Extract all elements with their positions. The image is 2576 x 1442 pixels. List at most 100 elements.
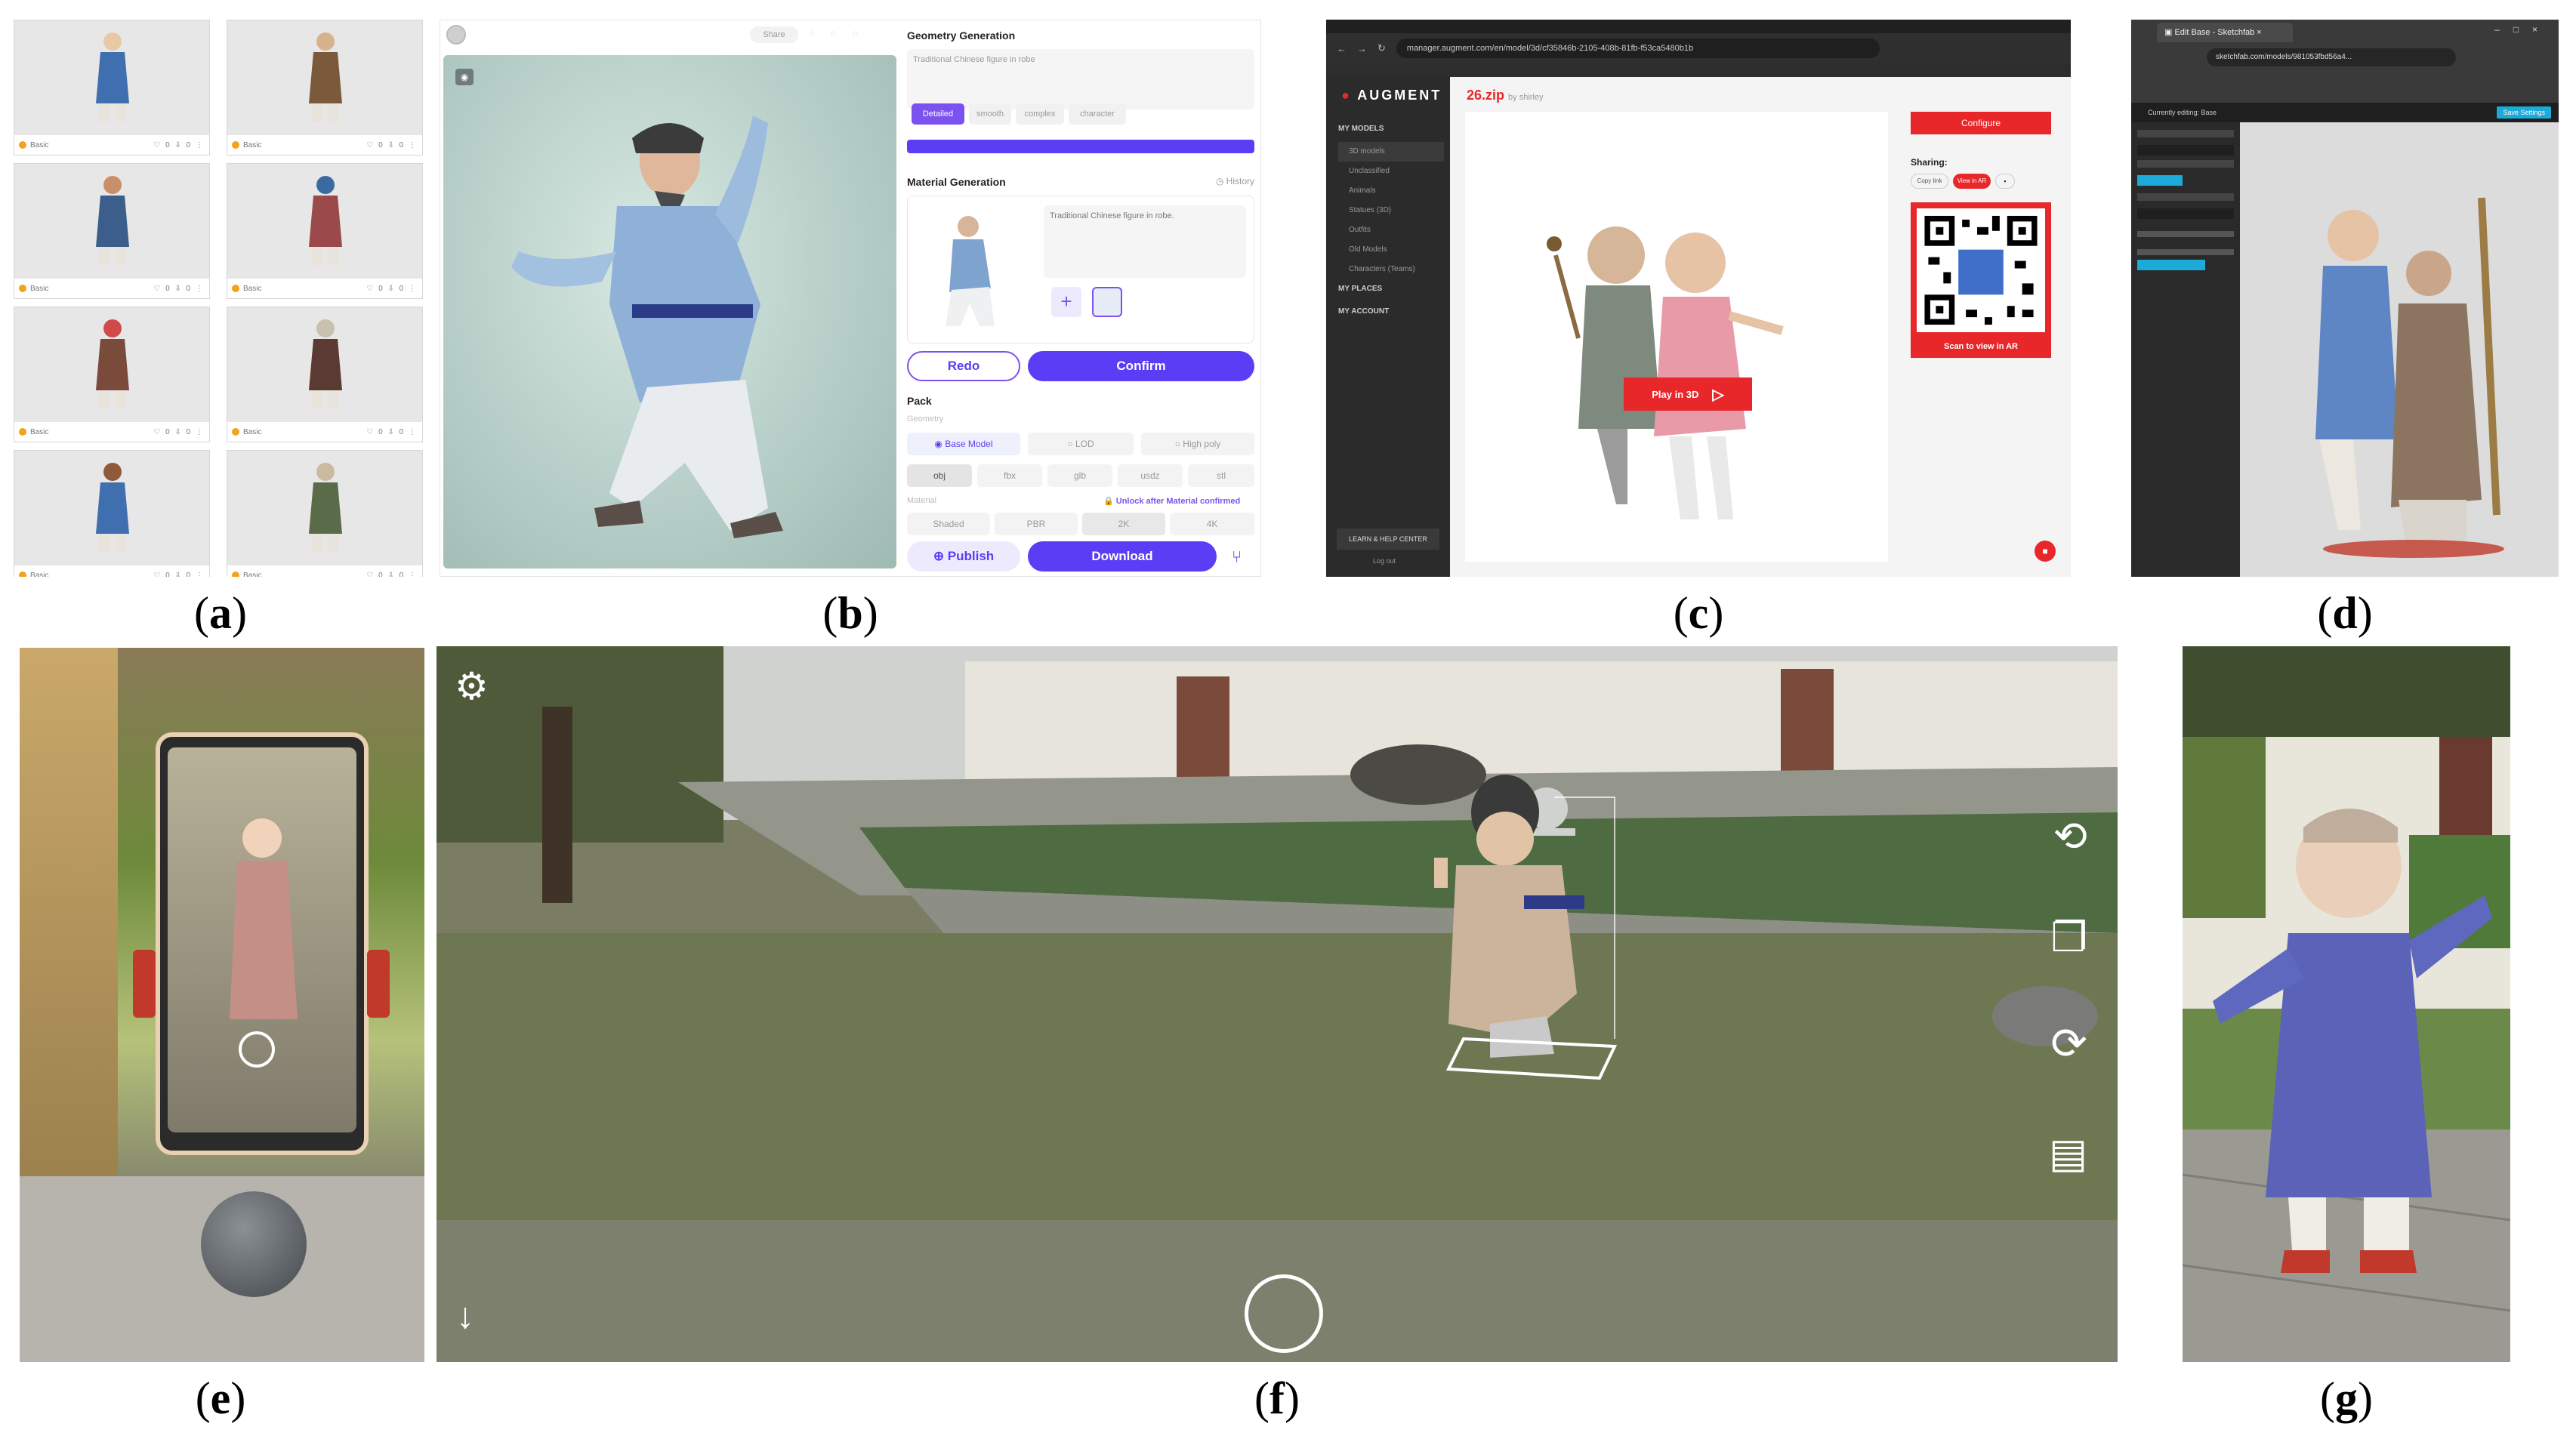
url-bar[interactable]: sketchfab.com/models/981053fbd56a4... [2207,48,2456,66]
window-controls[interactable]: –□× [2494,24,2551,35]
generate-progress-bar [907,140,1254,153]
rotate-360-icon[interactable]: ⟲ [2053,812,2087,860]
download-icon[interactable]: ↓ [456,1296,474,1337]
style-chip-smooth[interactable]: smooth [969,103,1011,125]
gear-icon[interactable]: ⚙ [455,664,489,708]
configure-button[interactable]: Configure [1911,112,2051,134]
material-4k: 4K [1170,513,1254,535]
material-label: Material [907,496,937,505]
sidebar-item[interactable]: MY MODELS [1338,119,1444,142]
url-bar[interactable]: manager.augment.com/en/model/3d/cf35846b… [1396,39,1880,58]
copy-link-button[interactable]: Copy link [1911,174,1948,189]
save-settings-button[interactable]: Save Settings [2497,106,2551,119]
tile-meta[interactable]: ♡ 0 ⇩ 0 ⋮ [153,428,205,436]
confirm-button[interactable]: Confirm [1028,351,1254,381]
embed-icon[interactable]: ▪ [1995,174,2015,189]
gallery-tile[interactable]: Basic ♡ 0 ⇩ 0 ⋮ [14,307,210,442]
material-shaded: Shaded [907,513,990,535]
shutter-icon[interactable] [1245,1274,1323,1353]
gallery-tile[interactable]: Basic ♡ 0 ⇩ 0 ⋮ [14,163,210,299]
gallery-tile[interactable]: Basic ♡ 0 ⇩ 0 ⋮ [14,450,210,577]
style-chip-detailed[interactable]: Detailed [912,103,964,125]
style-chip-character[interactable]: character [1069,103,1126,125]
tile-footer: Basic ♡ 0 ⇩ 0 ⋮ [14,422,209,442]
qr-code-card[interactable]: Scan to view in AR [1911,202,2051,358]
ar-camera-view[interactable] [168,747,356,1132]
help-center-button[interactable]: LEARN & HELP CENTER [1337,528,1439,550]
play-in-3d-button[interactable]: Play in 3D ▷ [1624,377,1752,411]
sidebar-item[interactable]: MY PLACES [1338,279,1444,302]
unlock-notice: 🔒 Unlock after Material confirmed [1103,497,1241,506]
generated-figure [511,116,783,538]
geometry-base-model[interactable]: ◉ Base Model [907,433,1020,455]
tile-meta[interactable]: ♡ 0 ⇩ 0 ⋮ [153,285,205,293]
tripod [201,1191,307,1297]
browser-tabbar [1326,20,2071,33]
tile-label: Basic [243,140,262,149]
chat-icon[interactable]: ■ [2035,541,2056,562]
layers-icon[interactable]: ❐ [2051,914,2087,961]
sidebar-item[interactable]: Statues (3D) [1338,201,1444,220]
format-obj[interactable]: obj [907,464,972,487]
editor-side-panel[interactable] [2131,122,2240,577]
tile-thumbnail [96,463,129,552]
format-glb[interactable]: glb [1047,464,1112,487]
reference-image[interactable] [1092,287,1122,317]
creator-avatar-icon [232,141,239,149]
sidebar-item[interactable]: Outfits [1338,220,1444,240]
geometry-high-poly[interactable]: ○ High poly [1141,433,1254,455]
prompt-input[interactable]: Traditional Chinese figure in robe [907,49,1254,109]
reload-icon[interactable]: ↻ [1377,42,1386,54]
sidebar-item[interactable]: Characters (Teams) [1338,260,1444,279]
style-chip-complex[interactable]: complex [1016,103,1064,125]
toolbar-icons[interactable]: ◌◌◌ [809,28,899,43]
model-preview[interactable]: Play in 3D ▷ [1465,112,1888,562]
tile-meta[interactable]: ♡ 0 ⇩ 0 ⋮ [366,572,418,578]
view-in-ar-button[interactable]: View in AR [1953,174,1991,189]
augment-logo[interactable]: ● AUGMENT [1341,88,1442,103]
sidebar-item[interactable]: MY ACCOUNT [1338,302,1444,325]
add-image-button[interactable]: + [1051,287,1081,317]
sidebar-item[interactable]: 3D models [1338,142,1444,162]
history-link[interactable]: ◷ History [1216,176,1254,186]
editor-toolbar: Currently editing: Base Save Settings [2131,103,2559,122]
download-button[interactable]: Download [1028,541,1217,572]
creator-avatar-icon [232,285,239,292]
avatar[interactable] [446,25,466,45]
caption-a: (a) [194,588,247,638]
gallery-tile[interactable]: Basic ♡ 0 ⇩ 0 ⋮ [227,450,423,577]
sidebar-item[interactable]: Animals [1338,181,1444,201]
tile-meta[interactable]: ♡ 0 ⇩ 0 ⋮ [366,285,418,293]
refresh-icon[interactable]: ⟳ [2050,1018,2087,1069]
browser-tab[interactable]: ▣ Edit Base - Sketchfab × [2157,23,2293,42]
panel-f-ar-garden-view: ⚙ ⟲ ❐ ⟳ ▤ ↓ [437,646,2118,1362]
gallery-tile[interactable]: Basic ♡ 0 ⇩ 0 ⋮ [227,163,423,299]
gallery-tile[interactable]: Basic ♡ 0 ⇩ 0 ⋮ [227,20,423,156]
editor-viewport[interactable] [2240,122,2559,577]
branch-icon[interactable]: ⑂ [1232,547,1242,567]
logout-link[interactable]: Log out [1373,557,1396,565]
gallery-tile[interactable]: Basic ♡ 0 ⇩ 0 ⋮ [14,20,210,156]
tile-meta[interactable]: ♡ 0 ⇩ 0 ⋮ [153,141,205,149]
redo-button[interactable]: Redo [907,351,1020,381]
format-fbx[interactable]: fbx [977,464,1042,487]
back-icon[interactable]: ← [1337,43,1347,54]
gallery-tile[interactable]: Basic ♡ 0 ⇩ 0 ⋮ [227,307,423,442]
geometry-lod[interactable]: ○ LOD [1028,433,1134,455]
sidebar-item[interactable]: Unclassified [1338,162,1444,181]
sidebar-item[interactable]: Old Models [1338,240,1444,260]
format-usdz[interactable]: usdz [1118,464,1183,487]
material-prompt[interactable]: Traditional Chinese figure in robe. [1044,205,1246,278]
share-button[interactable]: Share [750,26,798,43]
tile-meta[interactable]: ♡ 0 ⇩ 0 ⋮ [366,141,418,149]
model-viewport[interactable]: ◉ [443,55,896,568]
tile-meta[interactable]: ♡ 0 ⇩ 0 ⋮ [366,428,418,436]
format-stl[interactable]: stl [1188,464,1254,487]
list-icon[interactable]: ▤ [2049,1129,2087,1177]
creator-avatar-icon [232,428,239,436]
tile-meta[interactable]: ♡ 0 ⇩ 0 ⋮ [153,572,205,578]
forward-icon[interactable]: → [1357,43,1367,54]
tile-label: Basic [30,284,49,293]
file-title: 26.zip [1467,88,1505,103]
publish-button[interactable]: ⊕ Publish [907,541,1020,572]
